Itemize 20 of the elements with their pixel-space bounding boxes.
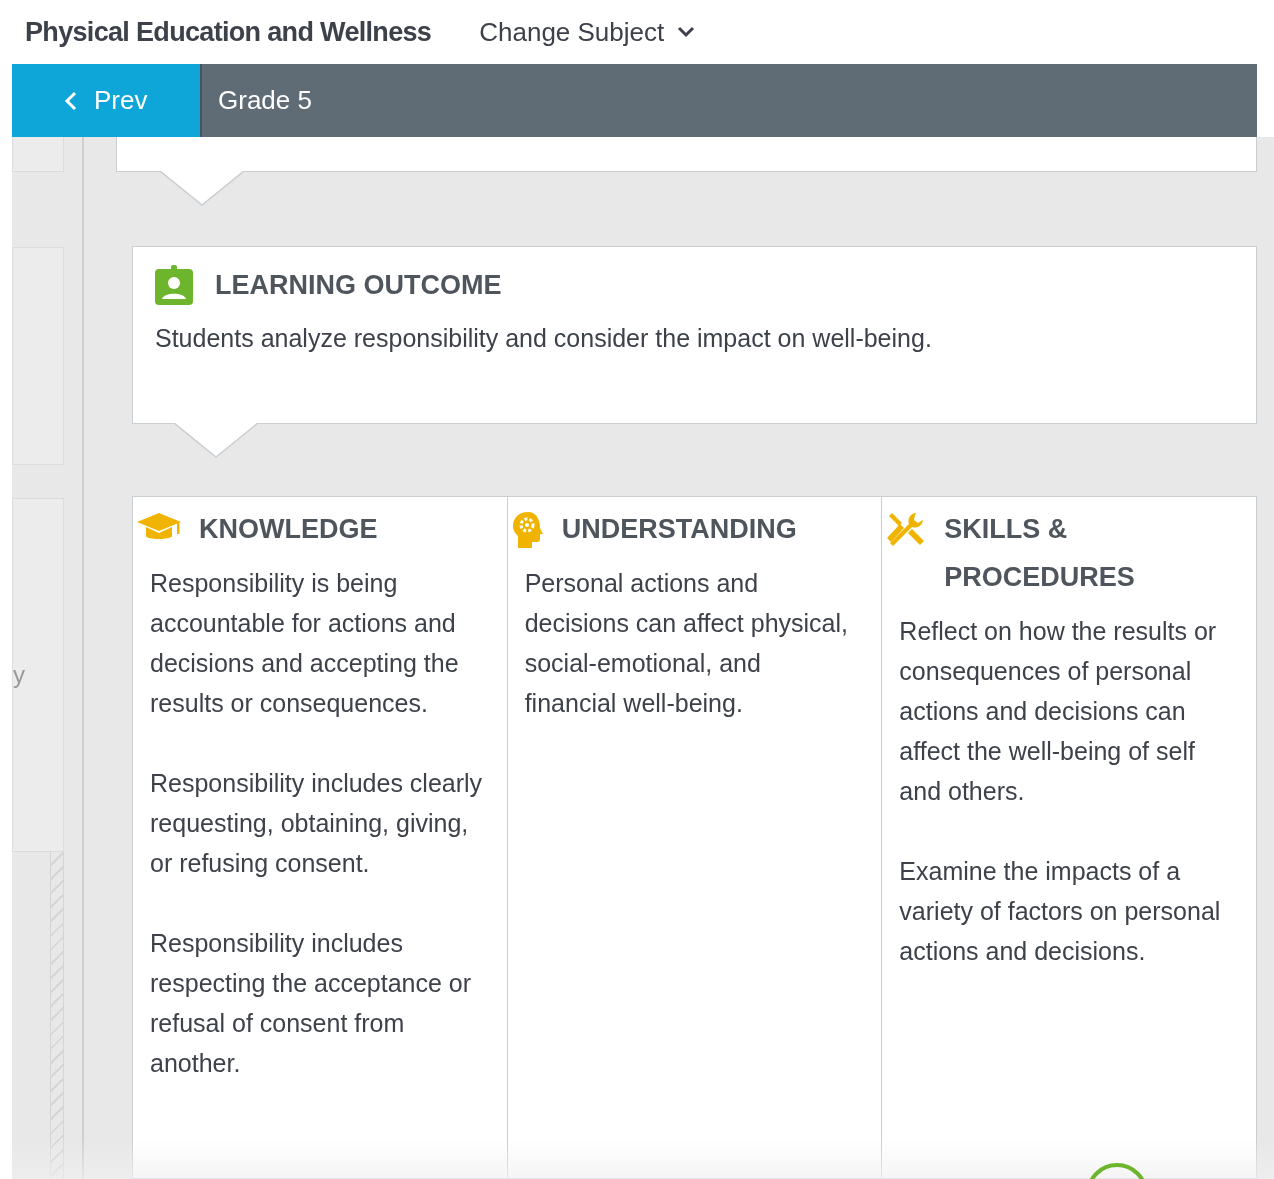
learning-outcome-text: Students analyze responsibility and consider the impact on well-being. — [155, 322, 933, 354]
column-heading: SKILLS & PROCEDURES — [944, 513, 1136, 594]
subject-title: Physical Education and Wellness — [25, 15, 432, 49]
change-subject-dropdown[interactable]: Change Subject — [479, 12, 697, 52]
head-gear-icon — [511, 511, 544, 549]
column-heading: KNOWLEDGE — [199, 513, 379, 546]
column-paragraph: Personal actions and decisions can affect physical, social-emotional, and financial well-being. — [524, 568, 849, 719]
grade-label: Grade 5 — [218, 84, 312, 117]
sidebar-text: y — [13, 660, 25, 690]
column-paragraph: Examine the impacts of a variety of factors on personal actions and decisions. — [899, 856, 1222, 967]
chevron-left-icon — [64, 89, 78, 112]
column-paragraph: Responsibility includes clearly requesting, obtaining, giving, or refusing consent. — [150, 768, 483, 879]
column-paragraph: Responsibility includes respecting the acceptance or refusal of consent from another. — [150, 928, 473, 1079]
chevron-down-icon — [676, 25, 697, 39]
section-heading: LEARNING OUTCOME — [215, 269, 502, 302]
column-paragraph: Responsibility is being accountable for actions and decisions and accepting the results or consequences. — [150, 568, 460, 719]
tools-icon — [886, 511, 927, 549]
badge-person-icon — [155, 265, 193, 306]
column-paragraph: Reflect on how the results or consequences of personal actions and decisions can affect the well-being of self and others. — [899, 616, 1218, 807]
column-heading: UNDERSTANDING — [561, 513, 798, 546]
